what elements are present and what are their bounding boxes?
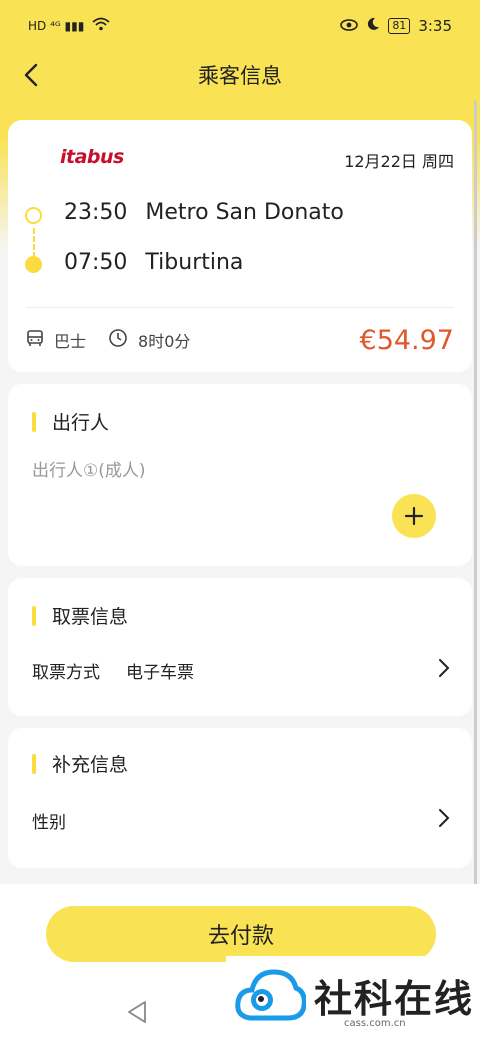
chevron-right-icon <box>439 659 450 677</box>
status-right: 81 3:35 <box>340 17 452 35</box>
section-accent-bar <box>32 605 36 626</box>
bus-icon <box>26 329 44 351</box>
eye-icon <box>340 17 359 35</box>
ticket-title: 取票信息 <box>52 606 129 628</box>
card-divider <box>26 307 454 308</box>
status-left: HD ⁴ᴳ ▮▮▮ <box>28 17 110 35</box>
arrival-row: 07:50 Tiburtina <box>64 250 243 275</box>
vehicle-type: 巴士 <box>54 332 87 351</box>
trip-meta: 巴士 8时0分 <box>26 328 190 352</box>
route-line <box>33 228 35 258</box>
travelers-card: 出行人 出行人①(成人) <box>8 384 472 566</box>
extra-section-title: 补充信息 <box>32 750 128 777</box>
status-bar: HD ⁴ᴳ ▮▮▮ 81 3:35 <box>0 0 480 52</box>
section-accent-bar <box>32 753 36 774</box>
travelers-title: 出行人 <box>52 412 110 434</box>
nav-back-icon[interactable] <box>126 1000 148 1024</box>
ticket-method-row[interactable]: 取票方式 电子车票 <box>8 648 472 688</box>
traveler-placeholder[interactable]: 出行人①(成人) <box>32 456 146 481</box>
operator-logo: itabus <box>60 146 124 168</box>
page-title: 乘客信息 <box>198 64 282 88</box>
clock-icon <box>108 328 128 352</box>
arrival-station: Tiburtina <box>145 250 244 275</box>
clock-time: 3:35 <box>418 17 452 35</box>
pay-button[interactable]: 去付款 <box>46 906 436 962</box>
departure-time: 23:50 <box>64 200 128 225</box>
travelers-section-title: 出行人 <box>32 408 109 435</box>
extra-info-card: 补充信息 性别 <box>8 728 472 868</box>
departure-dot <box>25 207 42 224</box>
watermark: 社科在线 cass.com.cn <box>226 956 480 1040</box>
section-accent-bar <box>32 411 36 432</box>
gender-label: 性别 <box>32 813 66 833</box>
chevron-left-icon <box>24 63 38 87</box>
departure-station: Metro San Donato <box>145 200 344 225</box>
arrival-time: 07:50 <box>64 250 128 275</box>
ticket-method-value: 电子车票 <box>126 663 194 683</box>
trip-duration: 8时0分 <box>138 332 191 351</box>
plus-icon <box>404 506 424 526</box>
page-header: 乘客信息 <box>0 52 480 98</box>
trip-card: itabus 12月22日 周四 23:50 Metro San Donato … <box>8 120 472 372</box>
add-traveler-button[interactable] <box>392 494 436 538</box>
extra-title: 补充信息 <box>52 754 129 776</box>
ticket-section-title: 取票信息 <box>32 602 128 629</box>
trip-price: €54.97 <box>359 325 454 356</box>
ticket-card: 取票信息 取票方式 电子车票 <box>8 578 472 716</box>
gender-row[interactable]: 性别 <box>8 800 472 840</box>
cloud-logo-icon <box>235 969 306 1021</box>
wifi-icon <box>92 17 110 35</box>
arrival-dot <box>25 256 42 273</box>
ticket-method-label: 取票方式 <box>32 663 100 683</box>
watermark-text: 社科在线 <box>314 977 475 1021</box>
back-button[interactable] <box>16 60 46 90</box>
signal-icons: HD ⁴ᴳ ▮▮▮ <box>28 19 85 33</box>
watermark-url: cass.com.cn <box>344 1018 406 1029</box>
moon-icon <box>366 17 380 35</box>
scrollbar[interactable] <box>474 100 477 950</box>
departure-row: 23:50 Metro San Donato <box>64 200 344 225</box>
battery-indicator: 81 <box>388 18 411 34</box>
trip-date: 12月22日 周四 <box>344 152 454 171</box>
chevron-right-icon <box>439 809 450 827</box>
